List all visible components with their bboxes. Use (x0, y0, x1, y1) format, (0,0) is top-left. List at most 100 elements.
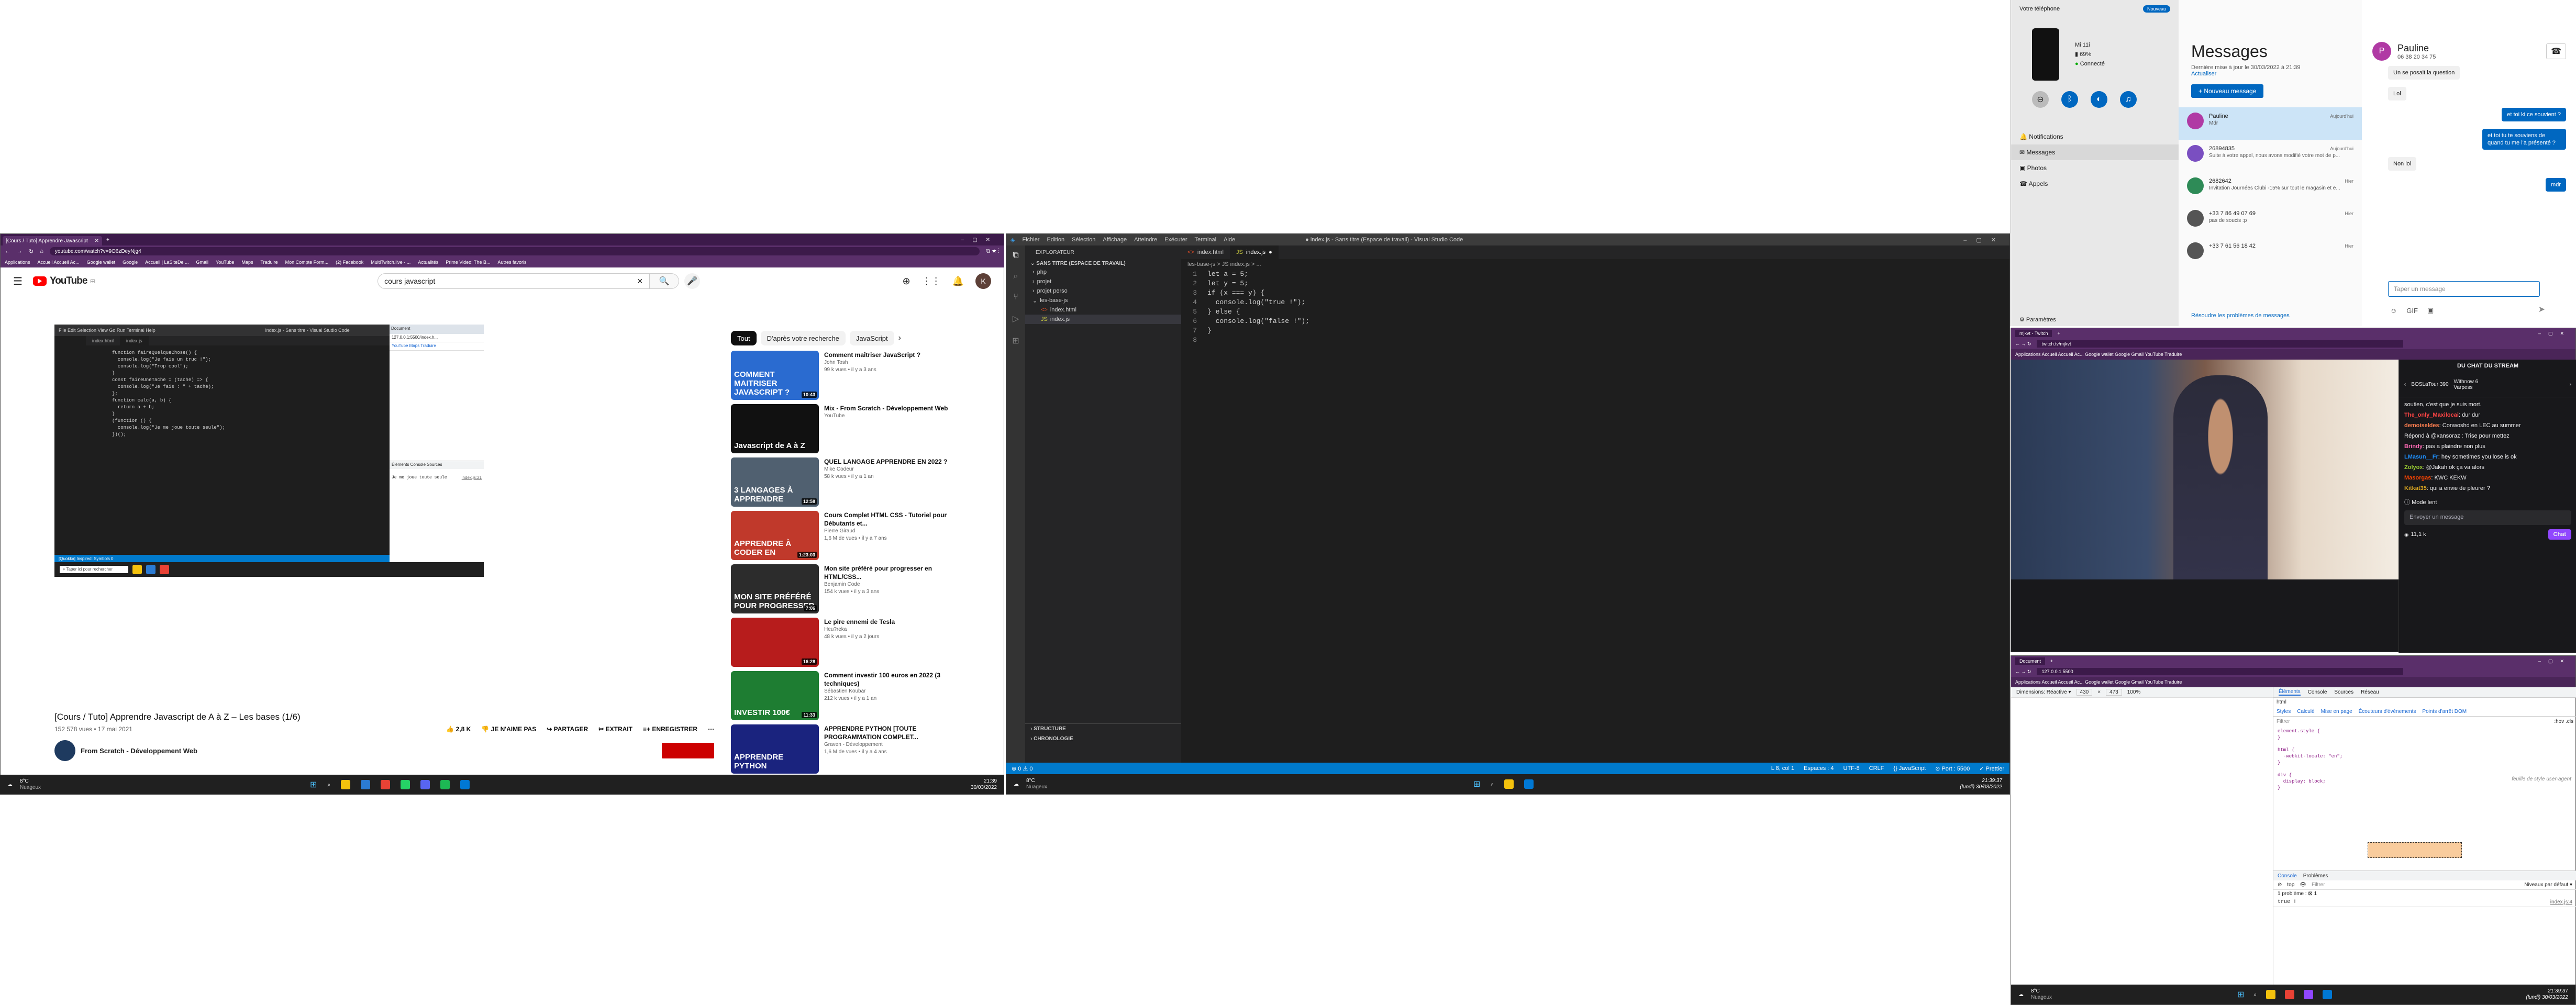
menu-item[interactable]: Fichier (1022, 237, 1039, 243)
tab-index-html[interactable]: <> index.html (1181, 245, 1230, 259)
code-editor[interactable]: les-base-js > JS index.js > ... 1 let a =… (1181, 259, 2009, 765)
styles-subtab[interactable]: Points d'arrêt DOM (2422, 709, 2467, 714)
menu-icon[interactable]: ☰ (13, 275, 23, 288)
twitch-icon[interactable] (2304, 990, 2314, 999)
new-badge[interactable]: Nouveau (2142, 5, 2170, 13)
start-icon[interactable]: ⊞ (1473, 779, 1480, 789)
conversation-item[interactable]: Pauline Aujourd'hui Mdr (2179, 107, 2362, 140)
new-tab-icon[interactable]: + (106, 237, 109, 243)
more-icon[interactable]: ⋯ (708, 725, 714, 733)
refresh-link[interactable]: Actualiser (2191, 71, 2216, 77)
window-controls[interactable]: –▢✕ (2538, 331, 2571, 337)
start-icon[interactable]: ⊞ (2237, 989, 2244, 1000)
search-icon[interactable]: ⌕ (1491, 781, 1494, 787)
chat-username[interactable]: Kitkat35 (2404, 485, 2427, 492)
bluetooth-icon[interactable]: ᛒ (2061, 91, 2078, 108)
video-thumbnail[interactable]: 3 LANGAGES À APPRENDRE 12:58 (731, 457, 819, 507)
video-thumbnail[interactable]: COMMENT MAITRISER JAVASCRIPT ? 10:43 (731, 351, 819, 400)
chat-username[interactable]: Brindy (2404, 443, 2423, 450)
image-icon[interactable]: ▣ (2427, 306, 2434, 315)
status-item[interactable]: L 8, col 1 (1771, 765, 1794, 772)
status-item[interactable]: UTF-8 (1844, 765, 1860, 772)
chevron-right-icon[interactable]: › (2570, 382, 2571, 387)
recommendation-title[interactable]: Comment investir 100 euros en 2022 (3 te… (824, 671, 956, 688)
bookmark-item[interactable]: Google wallet (87, 260, 116, 265)
chat-username[interactable]: The_only_Maxilocai (2404, 412, 2459, 418)
recommendation-channel[interactable]: John Tosh (824, 359, 920, 366)
channel-name[interactable]: From Scratch - Développement Web (81, 747, 197, 755)
outline-section[interactable]: › STRUCTURE (1025, 724, 1181, 734)
console-drawer-tab[interactable]: Console (2278, 873, 2297, 879)
video-thumbnail[interactable]: 16:28 (731, 618, 819, 667)
bookmark-item[interactable]: Mon Compte Form... (285, 260, 329, 265)
vscode-icon[interactable] (1524, 779, 1534, 789)
voice-search-button[interactable]: 🎤 (684, 273, 701, 289)
bookmark-item[interactable]: Autres favoris (497, 260, 526, 265)
channel-avatar[interactable] (54, 740, 75, 761)
eye-icon[interactable]: 👁 (2300, 882, 2306, 888)
chip-javascript[interactable]: JavaScript (849, 331, 894, 345)
new-tab-icon[interactable]: + (2057, 331, 2060, 336)
tree-item[interactable]: <> index.html (1025, 305, 1181, 315)
bookmark-item[interactable]: MultiTwitch.live - ... (371, 260, 410, 265)
send-icon[interactable]: ➤ (2538, 304, 2545, 315)
troubleshoot-link[interactable]: Résoudre les problèmes de messages (2191, 312, 2290, 319)
recommendation-channel[interactable]: Benjamin Code (824, 581, 956, 588)
tree-item[interactable]: › projet perso (1025, 286, 1181, 296)
source-control-icon[interactable]: ⑂ (1013, 293, 1018, 302)
save-button[interactable]: ≡+ ENREGISTRER (643, 725, 697, 733)
explorer-icon[interactable] (2266, 990, 2276, 999)
chat-username[interactable]: demoiseldes (2404, 422, 2439, 429)
hov-cls-toggle[interactable]: :hov .cls (2554, 719, 2573, 724)
recommendation-title[interactable]: APPRENDRE PYTHON [TOUTE PROGRAMMATION CO… (824, 724, 956, 741)
vscode-icon[interactable] (2323, 990, 2333, 999)
bookmark-item[interactable]: Maps (241, 260, 253, 265)
console-source-link[interactable]: index.js:4 (2550, 899, 2572, 905)
clear-icon[interactable]: ✕ (637, 277, 643, 286)
bookmark-item[interactable]: Prime Video: The B... (446, 260, 490, 265)
bookmark-item[interactable]: Actualités (418, 260, 438, 265)
bell-icon[interactable]: 🔔 (952, 276, 964, 287)
start-icon[interactable]: ⊞ (310, 779, 317, 790)
bookmark-item[interactable]: Applications (5, 260, 30, 265)
chat-username[interactable]: LMasun__Fr (2404, 454, 2438, 460)
bookmark-item[interactable]: Accueil Accueil Ac... (38, 260, 80, 265)
search-icon[interactable]: ⌕ (1014, 272, 1018, 281)
video-player[interactable]: File Edit Selection View Go Run Terminal… (54, 325, 484, 577)
vscode-icon[interactable] (460, 780, 470, 789)
recommendation-item[interactable]: INVESTIR 100€ 11:33 Comment investir 100 e… (731, 671, 956, 721)
forward-icon[interactable]: → (17, 248, 23, 254)
settings-link[interactable]: ⚙ Paramètres (2019, 316, 2056, 323)
chrome-icon[interactable] (2285, 990, 2295, 999)
audio-icon[interactable]: ◐ (2091, 91, 2107, 108)
search-icon[interactable]: ⌕ (327, 782, 330, 788)
music-icon[interactable]: ♫ (2120, 91, 2137, 108)
chat-username[interactable]: Zolyox (2404, 464, 2423, 471)
window-controls[interactable]: –▢✕ (961, 237, 998, 243)
discord-icon[interactable] (420, 780, 430, 789)
styles-subtab[interactable]: Calculé (2297, 709, 2314, 714)
recommendation-title[interactable]: Comment maîtriser JavaScript ? (824, 351, 920, 359)
width-input[interactable]: 430 (2076, 689, 2093, 696)
reload-icon[interactable]: ↻ (29, 248, 34, 255)
recommendation-item[interactable]: APPRENDRE PYTHON APPRENDRE PYTHON [TOUTE … (731, 724, 956, 775)
menu-item[interactable]: Affichage (1103, 237, 1127, 243)
chip-search[interactable]: D'après votre recherche (760, 331, 846, 345)
browser-tab-document[interactable]: Document (2015, 657, 2046, 665)
like-button[interactable]: 👍 2,8 K (446, 725, 471, 733)
search-icon[interactable]: ⌕ (2253, 992, 2257, 998)
dnd-icon[interactable]: ⊖ (2032, 91, 2049, 108)
tree-item[interactable]: JS index.js (1025, 315, 1181, 324)
bookmark-item[interactable]: Google (123, 260, 138, 265)
run-icon[interactable]: ▷ (1013, 314, 1019, 324)
problems-count[interactable]: ⊗ 0 ⚠ 0 (1012, 765, 1032, 772)
chip-all[interactable]: Tout (731, 331, 757, 345)
context-select[interactable]: top (2287, 882, 2294, 888)
chat-send-button[interactable]: Chat (2548, 529, 2571, 540)
share-button[interactable]: ↪ PARTAGER (547, 725, 588, 733)
nav-item[interactable]: 🔔 Notifications (2011, 129, 2179, 144)
recommendation-channel[interactable]: YouTube (824, 412, 948, 420)
clear-console-icon[interactable]: ⊘ (2278, 882, 2282, 888)
browser-tab-twitch[interactable]: mjkvt - Twitch (2015, 330, 2052, 337)
extensions-icon[interactable]: ⊞ (1012, 336, 1019, 346)
